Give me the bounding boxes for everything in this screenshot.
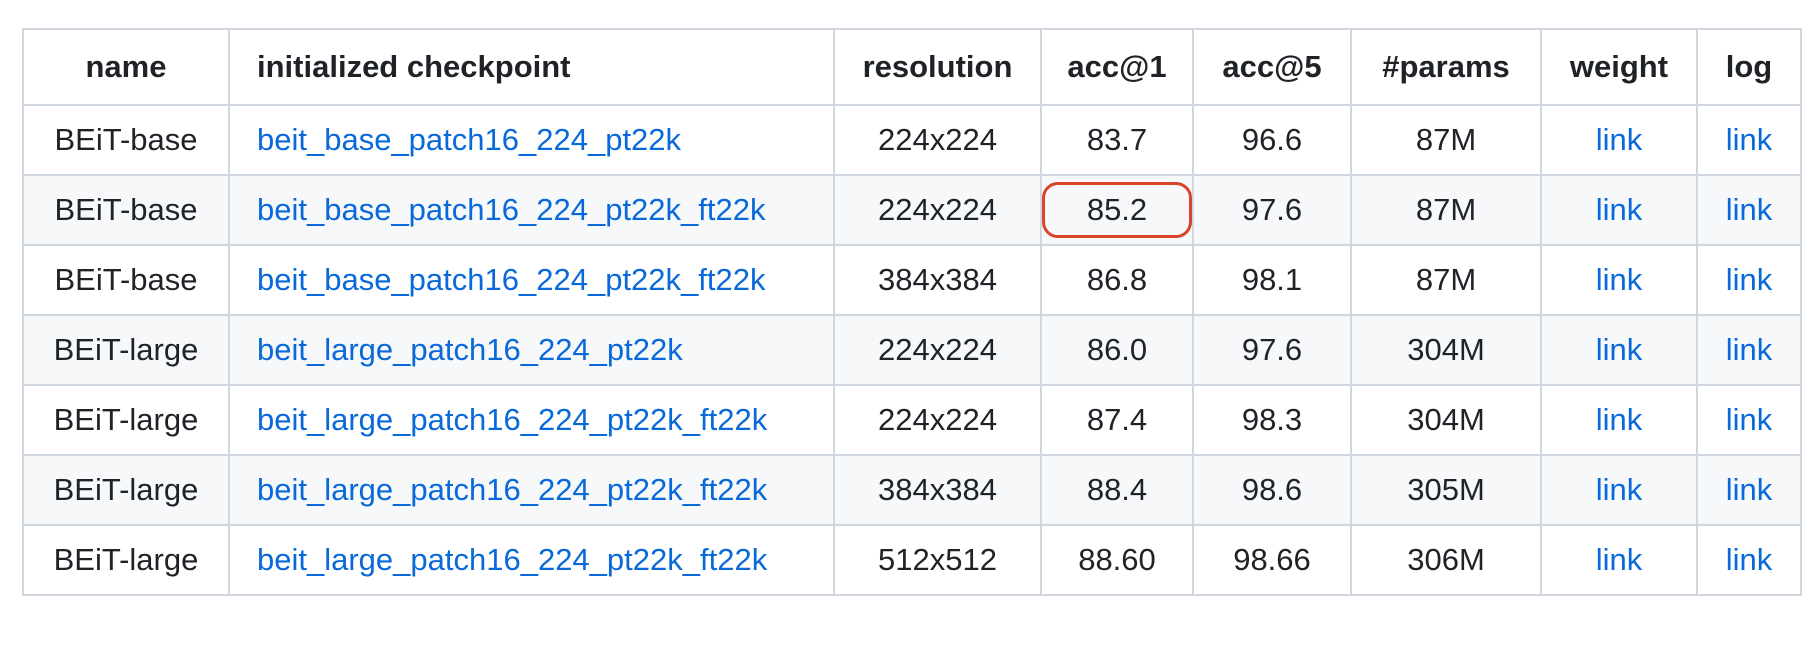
cell-checkpoint: beit_base_patch16_224_pt22k_ft22k [228, 174, 835, 246]
cell-weight: link [1540, 384, 1698, 456]
cell-log: link [1696, 174, 1802, 246]
cell-weight: link [1540, 244, 1698, 316]
cell-name: BEiT-large [22, 384, 230, 456]
acc1-value: 85.2 [1086, 192, 1148, 227]
cell-params: 87M [1350, 244, 1542, 316]
header-acc5: acc@5 [1192, 28, 1352, 106]
log-link[interactable]: link [1726, 122, 1773, 157]
cell-acc1: 86.8 [1040, 244, 1194, 316]
weight-link[interactable]: link [1596, 542, 1643, 577]
cell-log: link [1696, 314, 1802, 386]
cell-params: 87M [1350, 174, 1542, 246]
weight-link[interactable]: link [1596, 332, 1643, 367]
table-row: BEiT-base beit_base_patch16_224_pt22k_ft… [22, 244, 1802, 316]
cell-checkpoint: beit_base_patch16_224_pt22k_ft22k [228, 244, 835, 316]
weight-link[interactable]: link [1596, 122, 1643, 157]
table-row: BEiT-base beit_base_patch16_224_pt22k 22… [22, 104, 1802, 176]
cell-params: 306M [1350, 524, 1542, 596]
cell-params: 305M [1350, 454, 1542, 526]
table-row: BEiT-large beit_large_patch16_224_pt22k_… [22, 524, 1802, 596]
table-row: BEiT-large beit_large_patch16_224_pt22k … [22, 314, 1802, 386]
cell-acc5: 96.6 [1192, 104, 1352, 176]
cell-params: 304M [1350, 384, 1542, 456]
checkpoint-link[interactable]: beit_large_patch16_224_pt22k_ft22k [257, 542, 767, 577]
cell-checkpoint: beit_large_patch16_224_pt22k_ft22k [228, 384, 835, 456]
cell-resolution: 224x224 [833, 174, 1042, 246]
cell-name: BEiT-large [22, 524, 230, 596]
checkpoint-link[interactable]: beit_base_patch16_224_pt22k [257, 122, 681, 157]
log-link[interactable]: link [1726, 402, 1773, 437]
table-row: BEiT-base beit_base_patch16_224_pt22k_ft… [22, 174, 1802, 246]
cell-resolution: 384x384 [833, 244, 1042, 316]
cell-name: BEiT-base [22, 244, 230, 316]
weight-link[interactable]: link [1596, 472, 1643, 507]
cell-weight: link [1540, 524, 1698, 596]
log-link[interactable]: link [1726, 472, 1773, 507]
cell-resolution: 224x224 [833, 104, 1042, 176]
cell-acc1: 86.0 [1040, 314, 1194, 386]
header-acc1: acc@1 [1040, 28, 1194, 106]
log-link[interactable]: link [1726, 192, 1773, 227]
cell-acc5: 98.66 [1192, 524, 1352, 596]
weight-link[interactable]: link [1596, 192, 1643, 227]
cell-resolution: 512x512 [833, 524, 1042, 596]
table-row: BEiT-large beit_large_patch16_224_pt22k_… [22, 384, 1802, 456]
cell-acc5: 97.6 [1192, 174, 1352, 246]
weight-link[interactable]: link [1596, 262, 1643, 297]
weight-link[interactable]: link [1596, 402, 1643, 437]
checkpoint-link[interactable]: beit_base_patch16_224_pt22k_ft22k [257, 262, 766, 297]
cell-params: 87M [1350, 104, 1542, 176]
header-name: name [22, 28, 230, 106]
cell-acc1: 88.60 [1040, 524, 1194, 596]
cell-acc1: 88.4 [1040, 454, 1194, 526]
cell-weight: link [1540, 454, 1698, 526]
header-resolution: resolution [833, 28, 1042, 106]
cell-weight: link [1540, 314, 1698, 386]
table-row: BEiT-large beit_large_patch16_224_pt22k_… [22, 454, 1802, 526]
cell-log: link [1696, 454, 1802, 526]
cell-weight: link [1540, 104, 1698, 176]
cell-acc5: 98.1 [1192, 244, 1352, 316]
log-link[interactable]: link [1726, 262, 1773, 297]
header-params: #params [1350, 28, 1542, 106]
cell-acc1: 87.4 [1040, 384, 1194, 456]
model-table-container: name initialized checkpoint resolution a… [22, 28, 1802, 596]
cell-name: BEiT-large [22, 314, 230, 386]
cell-acc1-highlighted: 85.2 [1040, 174, 1194, 246]
cell-checkpoint: beit_large_patch16_224_pt22k_ft22k [228, 454, 835, 526]
model-zoo-table: name initialized checkpoint resolution a… [22, 28, 1802, 596]
cell-checkpoint: beit_base_patch16_224_pt22k [228, 104, 835, 176]
cell-log: link [1696, 384, 1802, 456]
header-weight: weight [1540, 28, 1698, 106]
header-checkpoint: initialized checkpoint [228, 28, 835, 106]
cell-resolution: 384x384 [833, 454, 1042, 526]
cell-checkpoint: beit_large_patch16_224_pt22k_ft22k [228, 524, 835, 596]
cell-resolution: 224x224 [833, 314, 1042, 386]
checkpoint-link[interactable]: beit_large_patch16_224_pt22k_ft22k [257, 402, 767, 437]
checkpoint-link[interactable]: beit_large_patch16_224_pt22k_ft22k [257, 472, 767, 507]
cell-name: BEiT-base [22, 104, 230, 176]
cell-name: BEiT-base [22, 174, 230, 246]
cell-weight: link [1540, 174, 1698, 246]
cell-log: link [1696, 524, 1802, 596]
cell-params: 304M [1350, 314, 1542, 386]
header-log: log [1696, 28, 1802, 106]
cell-acc5: 97.6 [1192, 314, 1352, 386]
log-link[interactable]: link [1726, 542, 1773, 577]
cell-resolution: 224x224 [833, 384, 1042, 456]
cell-checkpoint: beit_large_patch16_224_pt22k [228, 314, 835, 386]
log-link[interactable]: link [1726, 332, 1773, 367]
cell-acc1: 83.7 [1040, 104, 1194, 176]
cell-acc5: 98.6 [1192, 454, 1352, 526]
checkpoint-link[interactable]: beit_large_patch16_224_pt22k [257, 332, 683, 367]
cell-log: link [1696, 244, 1802, 316]
table-header-row: name initialized checkpoint resolution a… [22, 28, 1802, 106]
checkpoint-link[interactable]: beit_base_patch16_224_pt22k_ft22k [257, 192, 766, 227]
cell-acc5: 98.3 [1192, 384, 1352, 456]
cell-name: BEiT-large [22, 454, 230, 526]
cell-log: link [1696, 104, 1802, 176]
